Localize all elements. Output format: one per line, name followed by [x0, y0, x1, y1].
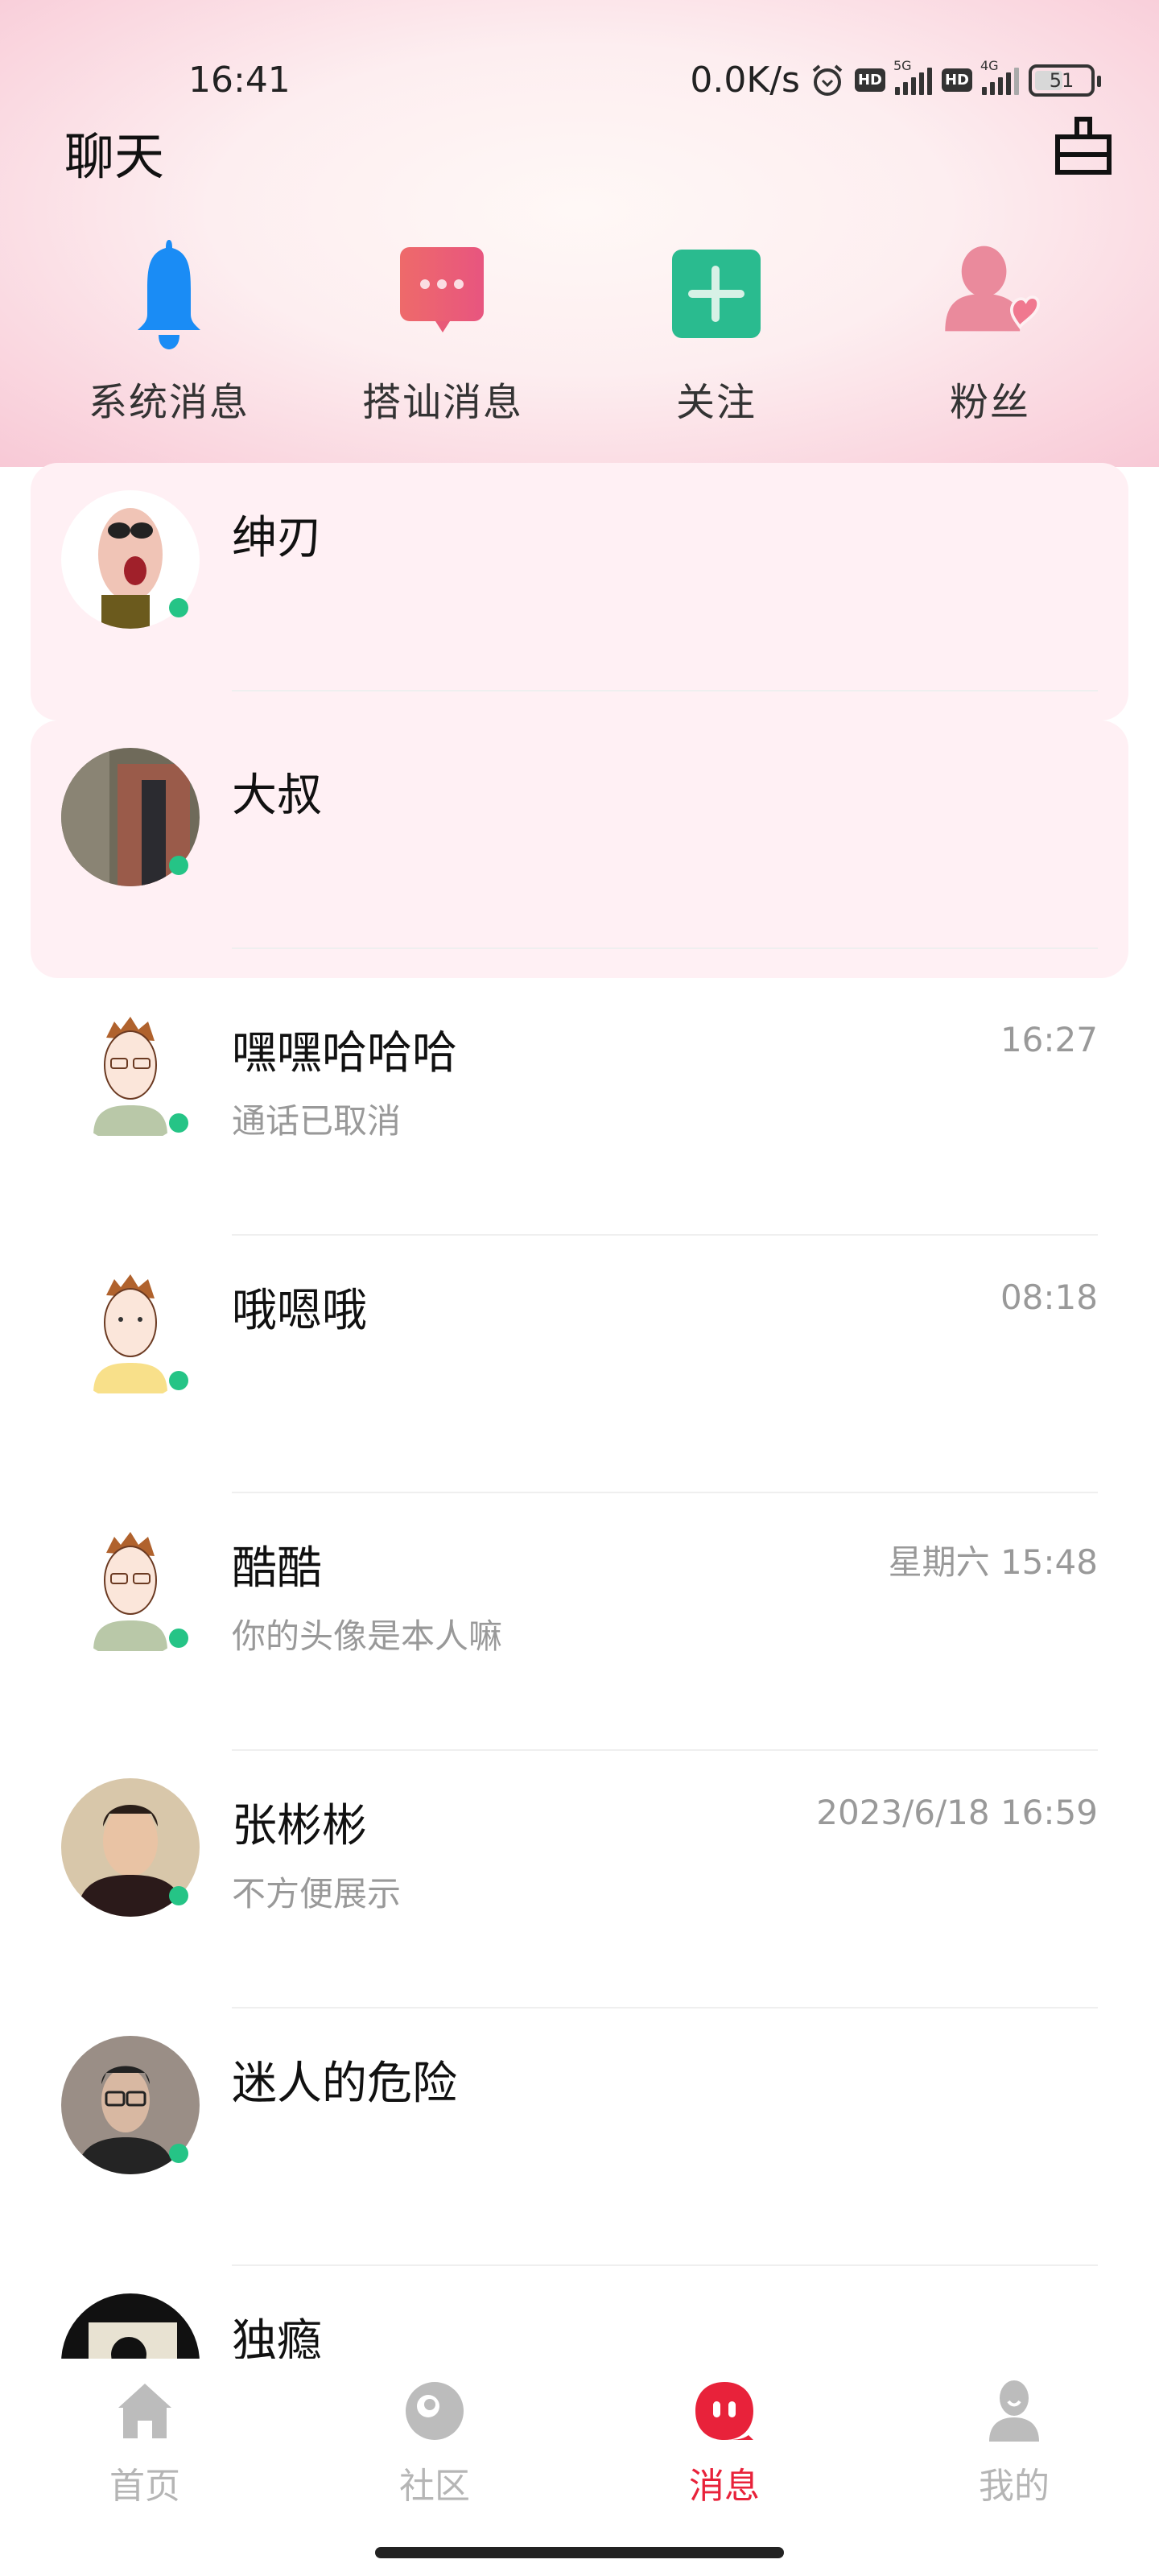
- status-indicators: 0.0K/s HD 5G HD 4G 51: [690, 58, 1101, 101]
- home-icon: [118, 2384, 171, 2438]
- quick-action-label: 关注: [675, 380, 757, 425]
- online-indicator: [169, 598, 188, 617]
- contact-name: 嘿嘿哈哈哈: [232, 1027, 457, 1080]
- contact-name: 张彬彬: [232, 1800, 367, 1852]
- signal-icon-sim1: 5G: [893, 58, 932, 95]
- contact-name: 酷酷: [232, 1542, 322, 1595]
- chat-page: 16:41 0.0K/s HD 5G HD 4G 51 聊天 系统消息 搭讪消息…: [0, 0, 1159, 2576]
- contact-name: 哦嗯哦: [232, 1285, 367, 1337]
- conversation-item[interactable]: 张彬彬 不方便展示 2023/6/18 16:59: [0, 1751, 1159, 2008]
- broom-icon[interactable]: [1053, 116, 1114, 177]
- online-indicator: [169, 1629, 188, 1648]
- conversation-list: 绅刃 大叔 嘿嘿哈哈哈 通话已取消 16:27 哦嗯哦 08:18 酷酷 你的头…: [0, 463, 1159, 2524]
- quick-action-label: 系统消息: [88, 380, 250, 425]
- bottom-tab-bar: 首页 社区 消息 我的: [0, 2359, 1159, 2576]
- quick-action-following[interactable]: 关注: [580, 233, 853, 427]
- hd-badge-1: HD: [854, 68, 885, 92]
- tab-community[interactable]: 社区: [290, 2359, 580, 2576]
- battery-icon: 51: [1029, 64, 1101, 97]
- message-icon: [695, 2382, 753, 2440]
- conversation-item[interactable]: 酷酷 你的头像是本人嘛 星期六 15:48: [0, 1493, 1159, 1751]
- tab-label: 消息: [689, 2466, 760, 2507]
- divider: [232, 947, 1098, 949]
- divider: [232, 690, 1098, 691]
- profile-icon: [989, 2380, 1039, 2442]
- conversation-item[interactable]: 迷人的危险: [0, 2008, 1159, 2266]
- quick-action-greetings[interactable]: 搭讪消息: [306, 233, 580, 427]
- quick-action-label: 搭讪消息: [361, 380, 523, 425]
- online-indicator: [169, 1371, 188, 1390]
- online-indicator: [169, 1886, 188, 1905]
- online-indicator: [169, 856, 188, 875]
- network-type-2: 4G: [980, 57, 999, 73]
- contact-name: 绅刃: [232, 512, 322, 564]
- quick-action-fans[interactable]: 粉丝: [853, 233, 1127, 427]
- last-message-preview: 通话已取消: [232, 1101, 402, 1141]
- tab-home[interactable]: 首页: [0, 2359, 290, 2576]
- tab-messages[interactable]: 消息: [580, 2359, 869, 2576]
- status-time: 16:41: [188, 60, 291, 101]
- message-time: 2023/6/18 16:59: [816, 1793, 1098, 1832]
- conversation-item[interactable]: 大叔: [31, 720, 1128, 978]
- home-indicator[interactable]: [375, 2547, 784, 2558]
- tab-label: 社区: [399, 2466, 470, 2507]
- tab-label: 首页: [109, 2466, 180, 2507]
- quick-action-label: 粉丝: [949, 380, 1030, 425]
- alarm-clock-icon: [812, 64, 843, 96]
- last-message-preview: 不方便展示: [232, 1874, 402, 1913]
- message-time: 16:27: [1000, 1020, 1098, 1059]
- online-indicator: [169, 1113, 188, 1133]
- net-speed: 0.0K/s: [690, 60, 800, 101]
- network-type-1: 5G: [893, 57, 912, 73]
- message-time: 08:18: [1000, 1278, 1098, 1317]
- message-time: 星期六 15:48: [888, 1542, 1098, 1582]
- last-message-preview: 你的头像是本人嘛: [232, 1616, 503, 1656]
- tab-profile[interactable]: 我的: [869, 2359, 1159, 2576]
- signal-icon-sim2: 4G: [980, 58, 1019, 95]
- quick-actions: 系统消息 搭讪消息 关注 粉丝: [0, 233, 1159, 427]
- conversation-item[interactable]: 哦嗯哦 08:18: [0, 1236, 1159, 1493]
- contact-name: 迷人的危险: [232, 2058, 457, 2110]
- conversation-item[interactable]: 绅刃: [31, 463, 1128, 720]
- user-heart-icon: [945, 246, 1040, 332]
- tab-label: 我的: [979, 2466, 1050, 2507]
- online-indicator: [169, 2144, 188, 2163]
- contact-name: 大叔: [232, 770, 322, 822]
- battery-percent: 51: [1049, 68, 1074, 92]
- hd-badge-2: HD: [941, 68, 972, 92]
- conversation-item[interactable]: 嘿嘿哈哈哈 通话已取消 16:27: [0, 978, 1159, 1236]
- bell-icon: [138, 240, 200, 349]
- quick-action-system-messages[interactable]: 系统消息: [32, 233, 306, 427]
- page-title: 聊天: [64, 127, 165, 186]
- chat-bubble-icon: [400, 247, 484, 332]
- plus-square-icon: [672, 250, 761, 338]
- community-icon: [406, 2382, 464, 2440]
- status-bar: 16:41 0.0K/s HD 5G HD 4G 51: [0, 56, 1159, 105]
